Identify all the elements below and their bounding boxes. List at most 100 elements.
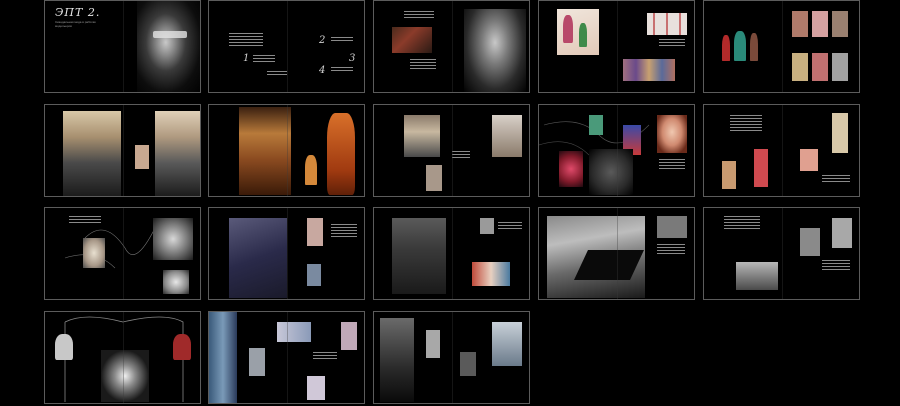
gallery-photo-5 bbox=[812, 53, 828, 81]
mask-photo bbox=[83, 238, 105, 268]
photo-1 bbox=[722, 161, 736, 189]
spread-17[interactable] bbox=[208, 311, 365, 404]
small-photo-1 bbox=[307, 218, 323, 246]
spread-text bbox=[404, 11, 434, 20]
spread-10[interactable] bbox=[703, 104, 860, 197]
photo-2 bbox=[754, 149, 768, 187]
red-dress-photo bbox=[173, 334, 191, 360]
group-photo bbox=[392, 218, 446, 294]
spread-02[interactable]: 1 2 3 4 bbox=[208, 0, 365, 93]
suit-closeup-photo bbox=[229, 218, 287, 298]
cover-portrait-photo bbox=[137, 1, 200, 92]
numeral-4: 4 bbox=[319, 65, 326, 76]
face-closeup-photo bbox=[657, 115, 687, 153]
spread-text bbox=[724, 216, 760, 231]
collage-figure-1 bbox=[589, 115, 603, 135]
small-photo bbox=[657, 216, 687, 238]
face-photo bbox=[163, 270, 189, 294]
small-photo-2 bbox=[460, 352, 476, 376]
spread-04[interactable] bbox=[538, 0, 695, 93]
denim-photo bbox=[209, 312, 237, 403]
spread-14[interactable] bbox=[538, 207, 695, 300]
spread-text bbox=[730, 115, 762, 133]
small-photo-1 bbox=[249, 348, 265, 376]
gallery-photo-3 bbox=[832, 11, 848, 37]
spread-18[interactable] bbox=[373, 311, 530, 404]
runway-photo bbox=[492, 322, 522, 366]
lit-gown-photo bbox=[101, 350, 149, 402]
spread-09[interactable] bbox=[538, 104, 695, 197]
item-5-text bbox=[267, 71, 287, 77]
figure-brown bbox=[750, 33, 758, 61]
runway-photo bbox=[736, 262, 778, 290]
small-photo-2 bbox=[341, 322, 357, 350]
caption-text bbox=[410, 59, 436, 71]
numeral-3: 3 bbox=[349, 53, 356, 64]
numeral-1: 1 bbox=[243, 53, 250, 64]
item-4-text bbox=[331, 67, 353, 73]
item-1-text bbox=[253, 55, 275, 64]
headband-detail bbox=[153, 31, 187, 38]
wide-photo bbox=[277, 322, 311, 342]
gallery-photo-1 bbox=[792, 11, 808, 37]
spread-16[interactable] bbox=[44, 311, 201, 404]
spread-13[interactable] bbox=[373, 207, 530, 300]
intro-text-block bbox=[229, 33, 263, 48]
numeral-2: 2 bbox=[319, 35, 326, 46]
spread-text bbox=[69, 216, 101, 225]
spread-text bbox=[659, 159, 685, 171]
sketch-orange bbox=[305, 155, 317, 185]
spread-03[interactable] bbox=[373, 0, 530, 93]
staircase-photo-right bbox=[155, 111, 200, 196]
gallery-photo-2 bbox=[812, 11, 828, 37]
figure-teal bbox=[734, 31, 746, 61]
spread-01[interactable]: ЭПТ 2. Скандальная мода в работах модель… bbox=[44, 0, 201, 93]
runway-photo-1 bbox=[404, 115, 440, 157]
figure-photo bbox=[832, 218, 852, 248]
project-title: ЭПТ 2. bbox=[55, 6, 101, 19]
collage-figure-3 bbox=[559, 151, 583, 187]
model-row-photo bbox=[623, 59, 675, 81]
detail-photo bbox=[480, 218, 494, 234]
small-photo-1 bbox=[426, 330, 440, 358]
spread-05[interactable] bbox=[703, 0, 860, 93]
spread-text bbox=[659, 39, 685, 48]
photo-4 bbox=[832, 113, 848, 153]
gown-orange bbox=[327, 113, 355, 195]
figure-red bbox=[722, 35, 730, 61]
spread-08[interactable] bbox=[373, 104, 530, 197]
gallery-photo-4 bbox=[792, 53, 808, 81]
helmet-photo bbox=[153, 218, 193, 260]
dark-gown-photo bbox=[589, 149, 633, 195]
sketch-figure-a bbox=[563, 15, 573, 43]
runway-photo-2 bbox=[426, 165, 442, 191]
caption-text bbox=[452, 151, 470, 160]
small-detail-photo bbox=[135, 145, 149, 169]
runway-photo-3 bbox=[492, 115, 522, 157]
spread-06[interactable] bbox=[44, 104, 201, 197]
spread-07[interactable] bbox=[208, 104, 365, 197]
caption-text bbox=[498, 222, 522, 231]
portrait-photo bbox=[800, 228, 820, 256]
caption-text bbox=[313, 352, 337, 361]
small-photo-2 bbox=[307, 264, 321, 286]
runway-photo bbox=[392, 27, 432, 53]
structured-jacket-photo bbox=[380, 318, 414, 402]
caption-text bbox=[822, 175, 850, 184]
project-subtitle: Скандальная мода в работах модельеров bbox=[55, 20, 96, 28]
small-photo-3 bbox=[307, 376, 325, 400]
sketch-grid-photo bbox=[647, 13, 687, 35]
dress-photo-left bbox=[55, 334, 73, 360]
staircase-photo-left bbox=[63, 111, 121, 196]
caption-text bbox=[331, 224, 357, 239]
faces-photo bbox=[472, 262, 510, 286]
sketch-figure-b bbox=[579, 23, 587, 47]
spread-12[interactable] bbox=[208, 207, 365, 300]
photo-3 bbox=[800, 149, 818, 171]
spread-11[interactable] bbox=[44, 207, 201, 300]
spread-15[interactable] bbox=[703, 207, 860, 300]
runway-gold-photo bbox=[239, 107, 291, 195]
caption-text bbox=[657, 244, 685, 256]
spread-overview: ЭПТ 2. Скандальная мода в работах модель… bbox=[0, 0, 900, 406]
caption-text bbox=[822, 260, 850, 272]
